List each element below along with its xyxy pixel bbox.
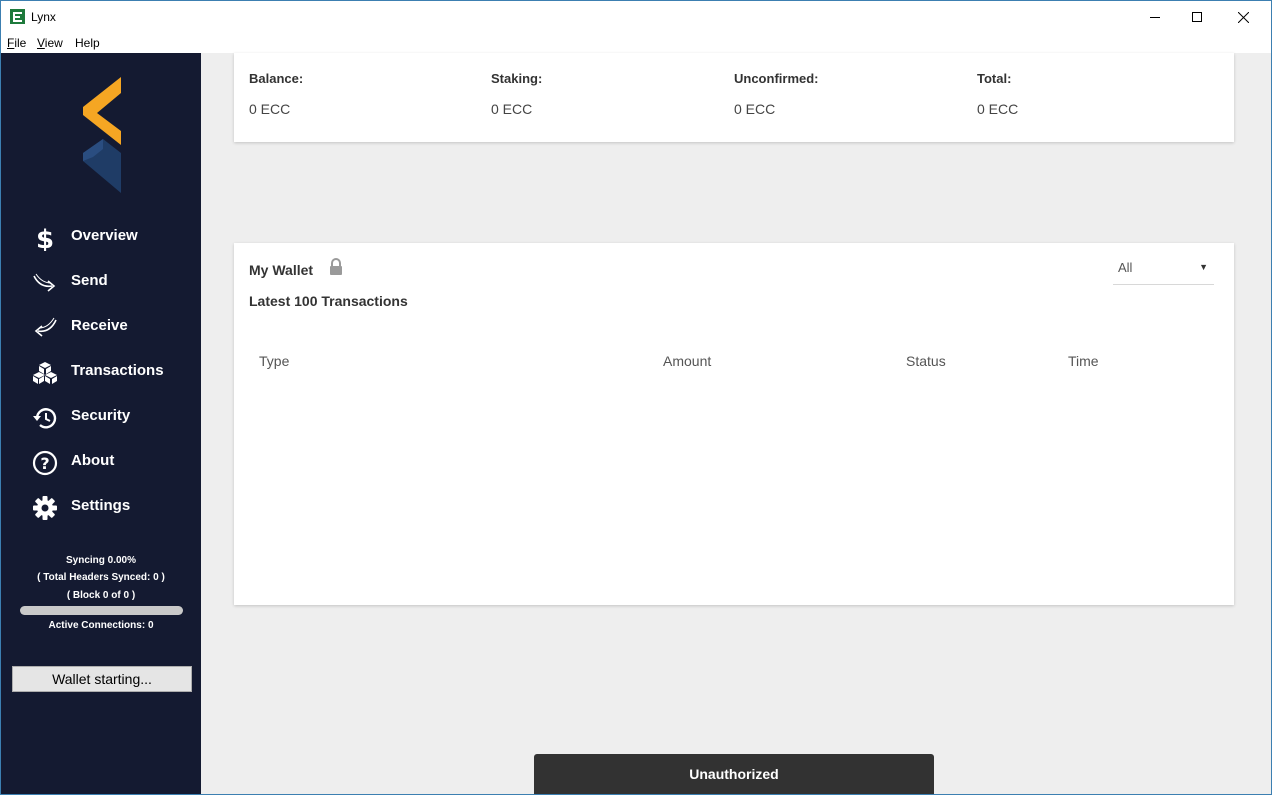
sync-progress-bar: [20, 606, 183, 615]
wallet-card: My Wallet Latest 100 Transactions All ▼ …: [234, 243, 1234, 605]
cubes-icon: [31, 359, 58, 386]
maximize-button[interactable]: [1174, 1, 1220, 33]
close-icon: [1237, 11, 1249, 23]
column-header-type[interactable]: Type: [259, 353, 289, 369]
sidebar-item-receive[interactable]: Receive: [1, 306, 201, 346]
dollar-icon: $: [31, 224, 58, 251]
svg-text:?: ?: [40, 454, 49, 473]
menu-view[interactable]: View: [37, 36, 63, 50]
staking-value: 0 ECC: [491, 101, 533, 117]
sidebar-item-security[interactable]: Security: [1, 396, 201, 436]
wallet-title: My Wallet: [249, 262, 314, 278]
total-value: 0 ECC: [977, 101, 1019, 117]
column-header-status[interactable]: Status: [906, 353, 946, 369]
menu-help[interactable]: Help: [75, 36, 100, 50]
staking-label: Staking:: [491, 71, 543, 86]
sidebar-item-transactions[interactable]: Transactions: [1, 351, 201, 391]
maximize-icon: [1192, 12, 1202, 22]
lock-icon[interactable]: [329, 258, 343, 276]
balance-value: 0 ECC: [249, 101, 291, 117]
notification-toast: Unauthorized: [534, 754, 934, 794]
dropdown-arrow-icon: ▼: [1199, 262, 1208, 272]
column-header-amount[interactable]: Amount: [663, 353, 711, 369]
app-window: Lynx File View Help $ Overview Send Rece…: [0, 0, 1272, 795]
menu-bar: File View Help: [1, 33, 1271, 53]
unconfirmed-value: 0 ECC: [734, 101, 776, 117]
send-arrow-icon: [31, 269, 58, 296]
balance-label: Balance:: [249, 71, 304, 86]
app-logo-icon: [10, 9, 25, 24]
minimize-button[interactable]: [1132, 1, 1178, 33]
balance-card: Balance: 0 ECC Staking: 0 ECC Unconfirme…: [234, 53, 1234, 142]
svg-text:$: $: [35, 225, 53, 251]
unconfirmed-label: Unconfirmed:: [734, 71, 819, 86]
column-header-time[interactable]: Time: [1068, 353, 1099, 369]
receive-arrow-icon: [31, 314, 58, 341]
wallet-status-button[interactable]: Wallet starting...: [12, 666, 192, 692]
filter-selected-value: All: [1118, 260, 1133, 275]
gear-icon: [31, 494, 58, 521]
ecc-logo: [83, 77, 121, 193]
sync-status: Syncing 0.00%: [65, 555, 137, 566]
close-button[interactable]: [1220, 1, 1266, 33]
sidebar-item-about[interactable]: ? About: [1, 441, 201, 481]
menu-file[interactable]: File: [7, 36, 26, 50]
minimize-icon: [1150, 17, 1160, 18]
active-connections: Active Connections: 0: [48, 620, 154, 631]
question-icon: ?: [31, 449, 58, 476]
sidebar: $ Overview Send Receive Transactions Sec…: [1, 53, 201, 794]
sidebar-item-send[interactable]: Send: [1, 261, 201, 301]
total-label: Total:: [977, 71, 1012, 86]
sync-headers: ( Total Headers Synced: 0 ): [37, 572, 165, 583]
window-title: Lynx: [31, 10, 56, 24]
title-bar: Lynx: [1, 1, 1271, 33]
history-icon: [31, 404, 58, 431]
transactions-subtitle: Latest 100 Transactions: [249, 293, 408, 309]
transaction-filter-select[interactable]: All ▼: [1113, 253, 1214, 285]
sidebar-item-settings[interactable]: Settings: [1, 486, 201, 526]
sidebar-item-overview[interactable]: $ Overview: [1, 216, 201, 256]
sync-block: ( Block 0 of 0 ): [66, 590, 136, 601]
